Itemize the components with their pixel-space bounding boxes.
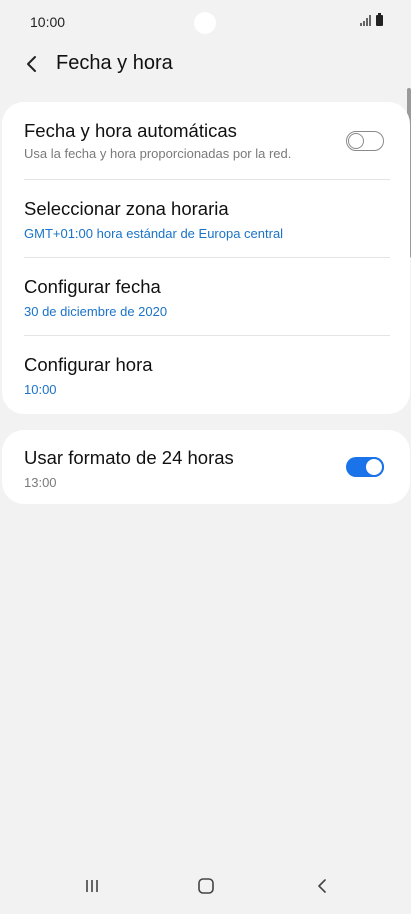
signal-icon	[360, 15, 371, 26]
navigation-bar	[0, 858, 411, 914]
set-time-title: Configurar hora	[24, 354, 153, 375]
back-icon	[318, 879, 326, 893]
status-icons	[360, 13, 383, 26]
auto-datetime-row[interactable]: Fecha y hora automáticas Usa la fecha y …	[2, 120, 410, 180]
timezone-row[interactable]: Seleccionar zona horaria GMT+01:00 hora …	[2, 198, 410, 258]
set-date-title: Configurar fecha	[24, 276, 161, 297]
front-camera	[194, 12, 216, 34]
divider	[24, 179, 390, 180]
timezone-title: Seleccionar zona horaria	[24, 198, 229, 219]
format-settings-card: Usar formato de 24 horas 13:00	[2, 430, 410, 504]
set-time-value: 10:00	[24, 382, 57, 397]
page-title: Fecha y hora	[56, 52, 173, 74]
back-button[interactable]	[18, 50, 46, 78]
set-time-row[interactable]: Configurar hora 10:00	[2, 354, 410, 414]
home-icon	[198, 878, 214, 894]
toggle-knob	[364, 457, 384, 477]
auto-datetime-toggle[interactable]	[346, 131, 384, 151]
chevron-left-icon	[27, 56, 36, 72]
recents-icon	[86, 880, 98, 892]
home-button[interactable]	[192, 874, 220, 898]
header: Fecha y hora	[0, 44, 411, 86]
toggle-knob	[348, 132, 364, 149]
datetime-settings-card: Fecha y hora automáticas Usa la fecha y …	[2, 102, 410, 414]
nav-back-button[interactable]	[308, 874, 336, 898]
divider	[24, 335, 390, 336]
timezone-value: GMT+01:00 hora estándar de Europa centra…	[24, 226, 284, 241]
screen: 10:00 Fecha y hora Fecha y hora automáti…	[0, 0, 411, 914]
status-bar: 10:00	[0, 0, 411, 46]
format-24h-subtitle: 13:00	[24, 475, 57, 490]
set-date-value: 30 de diciembre de 2020	[24, 304, 168, 319]
set-date-row[interactable]: Configurar fecha 30 de diciembre de 2020	[2, 276, 410, 336]
recents-button[interactable]	[78, 874, 106, 898]
battery-icon	[376, 13, 383, 26]
divider	[24, 257, 390, 258]
status-time: 10:00	[30, 14, 66, 30]
format-24h-toggle[interactable]	[346, 457, 384, 477]
